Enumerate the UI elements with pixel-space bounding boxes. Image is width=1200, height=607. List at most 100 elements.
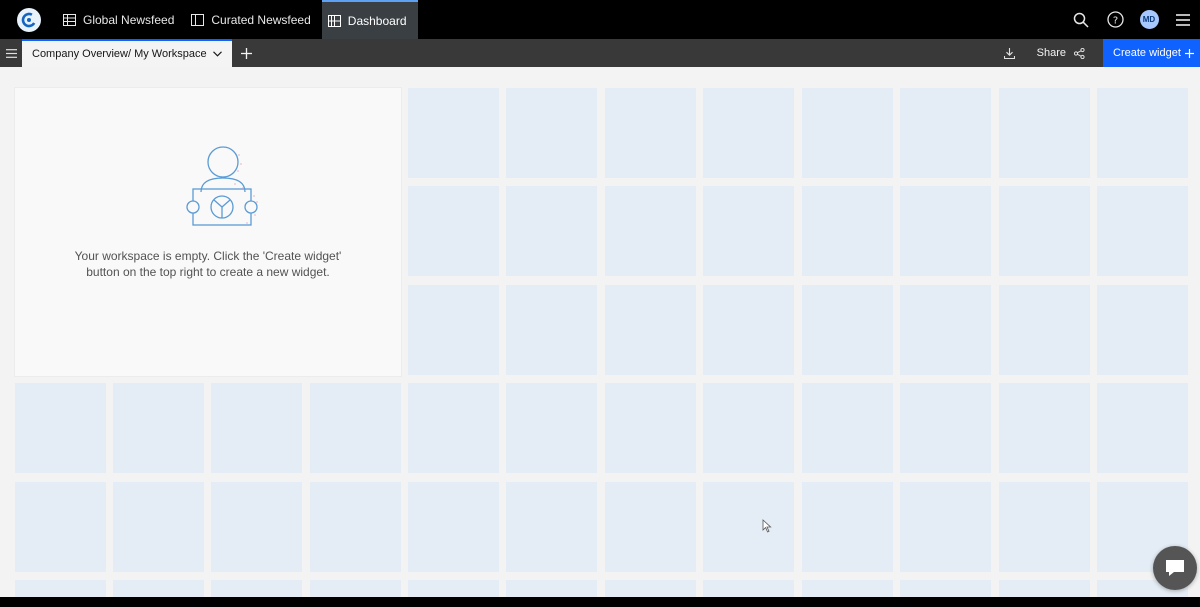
grid-cell [506,88,597,178]
nav-tab-label: Global Newsfeed [83,12,175,27]
table-icon [63,13,76,26]
create-widget-label: Create widget [1113,47,1181,59]
download-button[interactable] [995,39,1025,67]
workspace-toolbar: Company Overview/ My Workspace Share Cre… [0,39,1200,67]
grid-cell [211,383,302,473]
grid-cell [310,482,401,572]
empty-workspace-card: Your workspace is empty. Click the 'Crea… [15,88,401,376]
grid-cell [605,285,696,375]
share-label: Share [1036,47,1066,59]
grid-cell [506,285,597,375]
grid-cell [802,383,893,473]
grid-cell [703,482,794,572]
nav-tab-global-newsfeed[interactable]: Global Newsfeed [57,0,185,39]
grid-cell [605,580,696,597]
chat-icon [1166,560,1184,576]
bottom-bar [0,597,1200,607]
grid-cell [802,482,893,572]
user-avatar-button[interactable]: MD [1132,0,1166,39]
svg-text:?: ? [1112,15,1117,26]
grid-cell [113,383,204,473]
grid-cell [408,580,499,597]
main-menu-button[interactable] [1166,0,1200,39]
nav-tab-label: Dashboard [347,13,407,28]
sidebar-toggle-button[interactable] [0,39,22,67]
nav-tab-label: Curated Newsfeed [211,12,311,27]
grid-cell [999,186,1090,276]
add-workspace-button[interactable] [232,39,260,67]
grid-cell [900,88,991,178]
grid-cell [113,482,204,572]
menu-icon [1176,13,1190,26]
grid-cell [703,285,794,375]
grid-cell [506,580,597,597]
download-icon [1004,47,1016,59]
workspace-tab-label: Company Overview/ My Workspace [32,48,207,60]
grid-cell [113,580,204,597]
plus-icon [240,47,252,59]
panel-icon [191,13,205,26]
grid-cell [1097,383,1188,473]
share-icon [1074,47,1085,59]
menu-icon [5,48,17,58]
grid-cell [408,186,499,276]
help-button[interactable]: ? [1098,0,1132,39]
grid-cell [900,580,991,597]
grid-cell [703,186,794,276]
top-nav: Global Newsfeed Curated Newsfeed Dashboa… [0,0,1200,39]
grid-cell [703,383,794,473]
search-icon [1073,12,1089,28]
app-logo[interactable] [0,0,57,39]
grid-cell [408,88,499,178]
grid-cell [802,580,893,597]
grid-cell [999,482,1090,572]
grid-cell [999,383,1090,473]
dashboard-grid: Your workspace is empty. Click the 'Crea… [0,67,1200,597]
grid-cell [900,383,991,473]
grid-cell [310,383,401,473]
grid-cell [703,88,794,178]
grid-cell [15,383,106,473]
mouse-cursor-icon [762,519,772,533]
grid-cell [802,285,893,375]
nav-tab-curated-newsfeed[interactable]: Curated Newsfeed [185,0,321,39]
logo-icon [16,7,41,32]
grid-cell [999,580,1090,597]
grid-cell [310,580,401,597]
grid-cell [506,482,597,572]
grid-cell [1097,285,1188,375]
grid-cell [605,383,696,473]
chat-support-button[interactable] [1153,546,1197,590]
grid-cell [408,482,499,572]
grid-cell [15,482,106,572]
empty-workspace-message: Your workspace is empty. Click the 'Crea… [74,249,342,279]
grid-cell [900,285,991,375]
share-button[interactable]: Share [1025,39,1103,67]
grid-cell [211,482,302,572]
grid-cell [15,580,106,597]
avatar: MD [1139,10,1159,29]
grid-cell [506,186,597,276]
toolbar-actions: Share Create widget [995,39,1200,67]
grid-cell [900,186,991,276]
grid-cell [999,88,1090,178]
grid-cell [900,482,991,572]
nav-tab-dashboard[interactable]: Dashboard [321,0,418,39]
grid-cell [1097,88,1188,178]
empty-workspace-illustration-icon [186,146,258,226]
help-icon: ? [1106,11,1124,28]
grid-cell [408,285,499,375]
grid-cell [703,580,794,597]
grid-cell [506,383,597,473]
grid-cell [605,88,696,178]
grid-cell [605,482,696,572]
grid-cell [211,580,302,597]
plus-icon [1185,48,1194,58]
grid-cell [408,383,499,473]
workspace-tab[interactable]: Company Overview/ My Workspace [22,39,232,67]
grid-cell [802,186,893,276]
grid-cell [605,186,696,276]
search-button[interactable] [1064,0,1098,39]
create-widget-button[interactable]: Create widget [1103,39,1200,67]
grid-cell [1097,186,1188,276]
